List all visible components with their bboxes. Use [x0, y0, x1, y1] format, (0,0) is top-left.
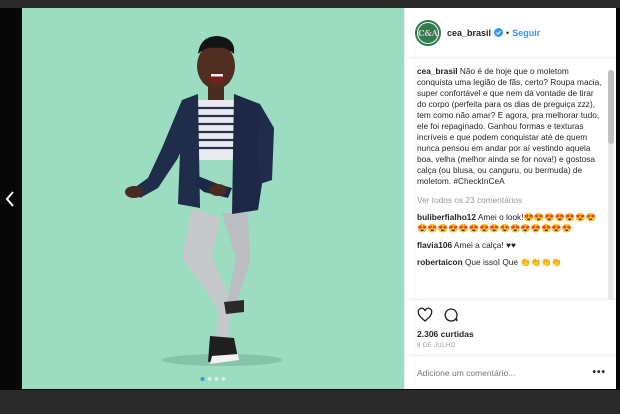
comment-username[interactable]: flavia106	[417, 240, 452, 250]
avatar[interactable]: C&A	[415, 19, 441, 46]
comments-section[interactable]: cea_brasil Não é de hoje que o moletom c…	[405, 58, 616, 299]
likes-count[interactable]: 2.306 curtidas	[417, 329, 606, 339]
carousel-dot	[200, 377, 205, 381]
post-side-panel: C&A cea_brasil • Seguir cea_brasil Não é…	[404, 8, 616, 389]
comment-icon[interactable]	[443, 307, 459, 323]
comment-item: flavia106 Amei a calça! ♥♥	[417, 240, 602, 251]
carousel-dot	[221, 377, 226, 381]
post-username[interactable]: cea_brasil	[447, 28, 491, 38]
comment-username[interactable]: buliberfialho12	[417, 212, 476, 222]
verified-badge-icon	[494, 28, 504, 37]
heart-icon[interactable]	[417, 307, 433, 323]
comment-text: Que issoI Que 👏👏👏👏	[462, 257, 562, 267]
action-icons	[417, 304, 606, 326]
comment-item: buliberfialho12 Amei o look!😍😍😍😍😍😍😍😍😍😍😍😍…	[417, 212, 602, 234]
header-separator: •	[506, 27, 510, 38]
brand-logo: C&A	[418, 22, 438, 43]
post-header: C&A cea_brasil • Seguir	[405, 8, 616, 58]
carousel-dot	[207, 377, 212, 381]
post-caption: cea_brasil Não é de hoje que o moletom c…	[417, 66, 602, 187]
scrollbar-thumb[interactable]	[608, 70, 614, 144]
background-feed-top	[0, 0, 620, 8]
comment-text: Amei a calça! ♥♥	[452, 240, 516, 250]
previous-post-button[interactable]	[2, 186, 18, 212]
post-actions: 2.306 curtidas 8 DE JULHO	[405, 299, 616, 355]
more-options-button[interactable]: •••	[592, 367, 606, 378]
person-dancing-image	[125, 36, 282, 366]
post-modal: C&A cea_brasil • Seguir cea_brasil Não é…	[22, 8, 616, 389]
post-photo[interactable]	[22, 8, 404, 389]
comments-scrollbar[interactable]	[608, 70, 614, 299]
carousel-indicator	[200, 377, 226, 381]
comment-username[interactable]: robertaicon	[417, 257, 463, 267]
comment-item: robertaicon Que issoI Que 👏👏👏👏	[417, 257, 602, 268]
view-all-comments-link[interactable]: Ver todos os 23 comentários	[417, 195, 602, 206]
chevron-left-icon	[5, 191, 14, 207]
background-feed-bottom	[0, 390, 620, 414]
comment-input[interactable]	[417, 367, 567, 378]
caption-username[interactable]: cea_brasil	[417, 66, 458, 76]
caption-text: Não é de hoje que o moletom conquista um…	[417, 66, 602, 186]
post-date: 8 DE JULHO	[417, 343, 456, 349]
carousel-dot	[214, 377, 219, 381]
add-comment-bar: •••	[405, 355, 616, 389]
follow-button[interactable]: Seguir	[512, 28, 540, 38]
